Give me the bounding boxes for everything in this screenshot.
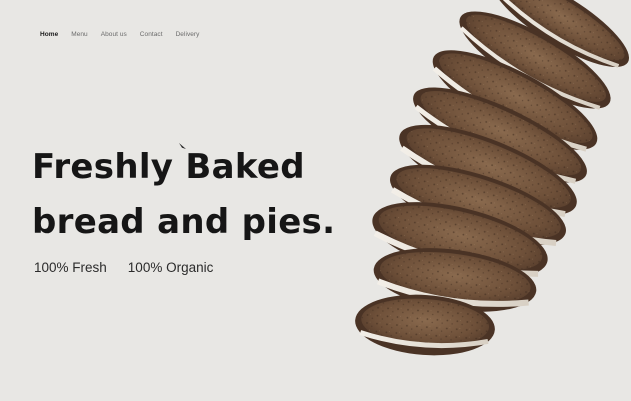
bread-image xyxy=(355,0,630,356)
nav-home-link[interactable]: Home xyxy=(40,31,58,39)
top-nav: Home Menu About us Contact Delivery xyxy=(40,31,212,39)
nav-menu-link[interactable]: Menu xyxy=(71,31,87,39)
nav-contact-link[interactable]: Contact xyxy=(140,31,163,39)
headline-line-2: bread and pies. xyxy=(32,202,336,242)
tag-organic: 100% Organic xyxy=(127,260,214,275)
hero-tags: 100% Fresh 100% Organic xyxy=(34,260,213,275)
page: Home Menu About us Contact Delivery Fres… xyxy=(0,0,631,401)
hero-headline: Freshly Baked bread and pies. xyxy=(32,140,362,250)
tag-fresh: 100% Fresh xyxy=(34,260,107,275)
headline-line-1: Freshly Baked xyxy=(32,147,305,187)
mouse-cursor-icon xyxy=(179,143,186,149)
nav-delivery-link[interactable]: Delivery xyxy=(176,31,200,39)
nav-about-link[interactable]: About us xyxy=(101,31,127,39)
